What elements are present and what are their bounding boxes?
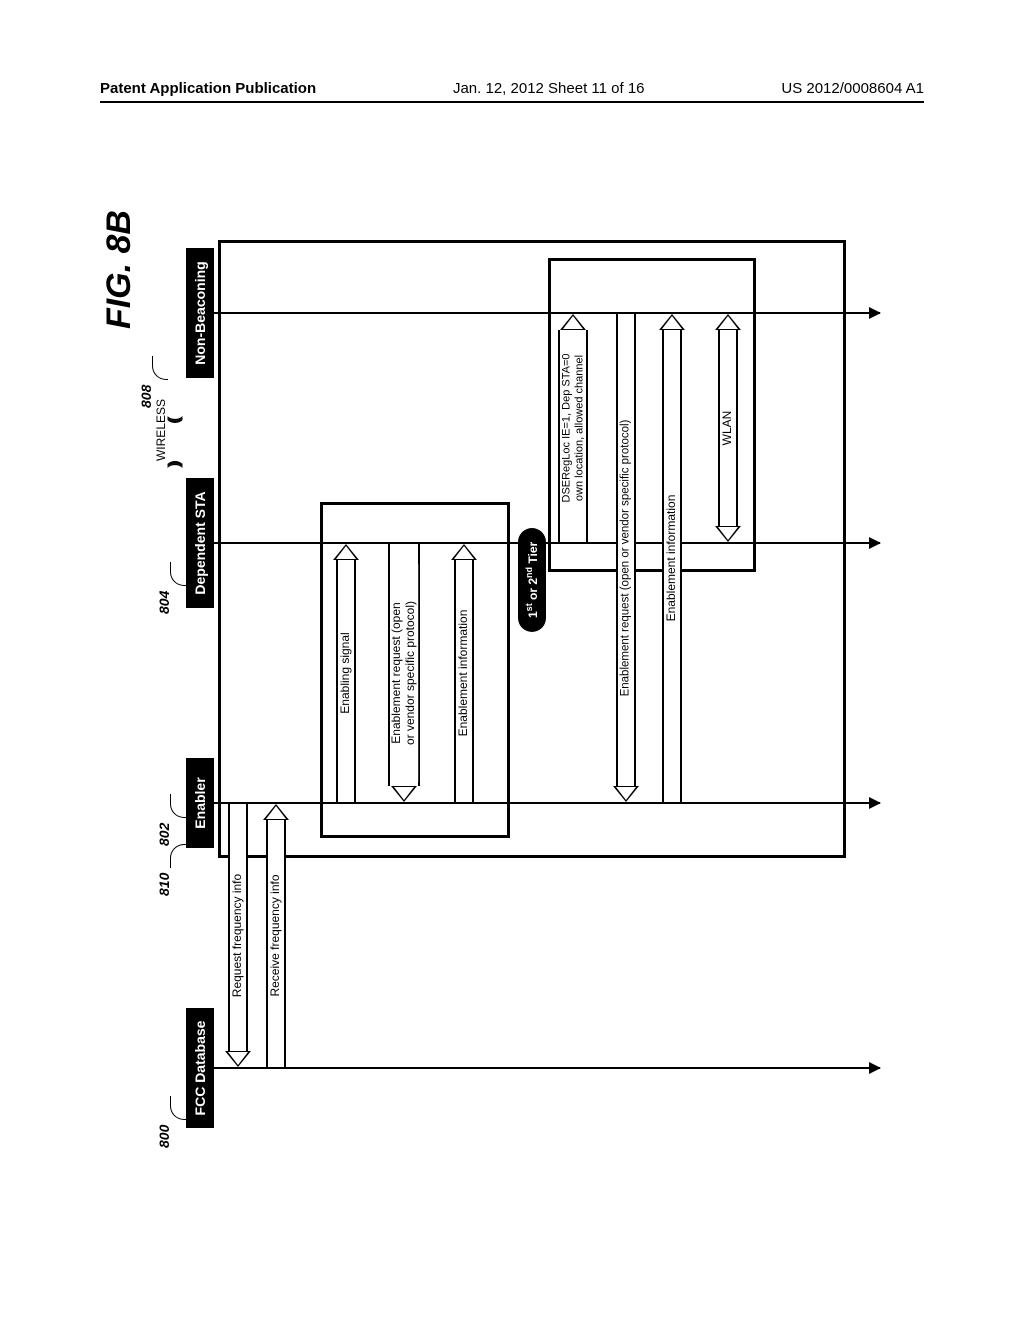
wireless-icon-left: ))) [166, 464, 184, 468]
msg-enablement-info-2: Enablement information [662, 314, 682, 802]
msg-request-frequency-info: Request frequency info [228, 804, 248, 1067]
arrow-down-icon [869, 537, 881, 549]
msg-enabling-signal: Enabling signal [336, 544, 356, 802]
arrow-down-icon [869, 307, 881, 319]
msg-enablement-request-1: Enablement request (open or vendor speci… [388, 544, 420, 802]
ref-804-lead [170, 562, 186, 586]
ref-808-lead [152, 356, 168, 380]
page: Patent Application Publication Jan. 12, … [0, 0, 1024, 1320]
actor-enabler: Enabler [186, 758, 214, 848]
msg-dseregloc: DSERegLoc IE=1, Dep STA=0 own location, … [558, 314, 588, 542]
lifeline-fcc [212, 1067, 880, 1069]
actor-dependent-sta: Dependent STA [186, 478, 214, 608]
ref-810-lead [170, 844, 186, 868]
tier-badge: 1st or 2nd Tier [518, 528, 546, 632]
ref-800: 800 [156, 1125, 172, 1148]
ref-802-lead [170, 794, 186, 818]
arrow-down-icon [869, 797, 881, 809]
ref-802: 802 [156, 823, 172, 846]
diagram-viewport: FIG. 8B 800 810 802 804 808 WIRELESS )))… [100, 180, 924, 1168]
msg-receive-frequency-info: Receive frequency info [266, 804, 286, 1067]
ref-804: 804 [156, 591, 172, 614]
ref-810: 810 [156, 873, 172, 896]
ref-800-lead [170, 1096, 186, 1120]
ref-808: 808 [138, 385, 154, 408]
arrow-down-icon [869, 1062, 881, 1074]
actor-non-beaconing: Non-Beaconing [186, 248, 214, 378]
msg-enablement-info-1: Enablement information [454, 544, 474, 802]
actor-fcc-database: FCC Database [186, 1008, 214, 1128]
header-center: Jan. 12, 2012 Sheet 11 of 16 [453, 80, 645, 97]
figure-title: FIG. 8B [100, 210, 139, 329]
wireless-label: WIRELESS [154, 390, 168, 470]
header-right: US 2012/0008604 A1 [781, 80, 924, 97]
msg-enablement-request-2: Enablement request (open or vendor speci… [616, 314, 636, 802]
sequence-diagram: FIG. 8B 800 810 802 804 808 WIRELESS )))… [100, 180, 924, 1168]
msg-wlan: WLAN [718, 314, 738, 542]
wireless-icon-right: ))) [166, 416, 184, 420]
page-header: Patent Application Publication Jan. 12, … [100, 80, 924, 103]
header-left: Patent Application Publication [100, 80, 316, 97]
